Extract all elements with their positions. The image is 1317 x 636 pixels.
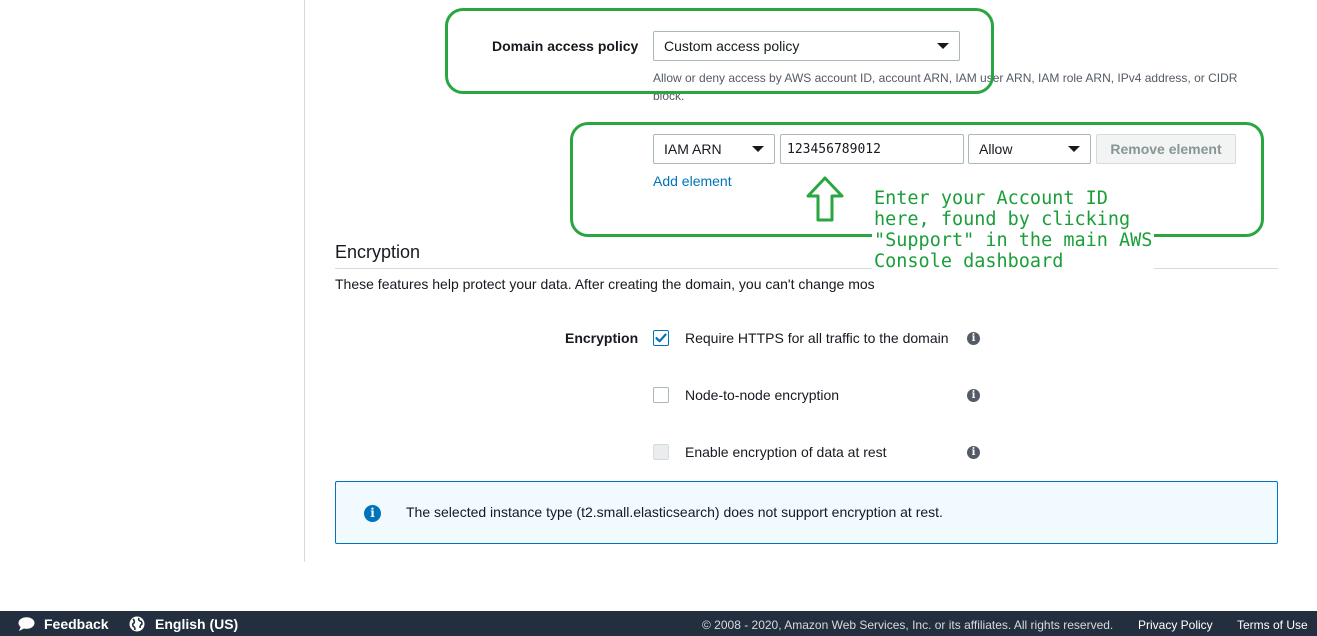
arrow-up-icon [806,176,844,222]
encryption-section-title: Encryption [335,242,421,262]
encryption-at-rest-label: Enable encryption of data at rest [685,444,887,460]
info-icon[interactable]: i [967,332,980,345]
language-selector[interactable]: English (US) [155,616,238,632]
info-alert: i The selected instance type (t2.small.e… [335,481,1278,544]
checkmark-icon [655,333,667,343]
node-to-node-checkbox[interactable] [653,387,669,403]
privacy-policy-link[interactable]: Privacy Policy [1138,618,1213,632]
footer: Feedback English (US) © 2008 - 2020, Ama… [0,611,1317,636]
annotation-box-policy [445,8,994,94]
https-checkbox[interactable] [653,330,669,346]
encryption-at-rest-checkbox[interactable] [653,444,669,460]
info-circle-icon: i [364,505,381,522]
encryption-description: These features help protect your data. A… [335,276,875,292]
https-label: Require HTTPS for all traffic to the dom… [685,330,949,346]
alert-text: The selected instance type (t2.small.ela… [406,504,943,520]
encryption-label: Encryption [565,330,639,346]
speech-bubble-icon [18,617,35,631]
annotation-text: Enter your Account ID here, found by cli… [872,188,1155,272]
info-icon[interactable]: i [967,389,980,402]
feedback-link[interactable]: Feedback [44,616,109,632]
terms-of-use-link[interactable]: Terms of Use [1237,618,1308,632]
info-icon[interactable]: i [967,446,980,459]
globe-icon [129,616,145,632]
copyright-text: © 2008 - 2020, Amazon Web Services, Inc.… [702,618,1114,632]
node-to-node-label: Node-to-node encryption [685,387,840,403]
left-divider [304,0,305,562]
